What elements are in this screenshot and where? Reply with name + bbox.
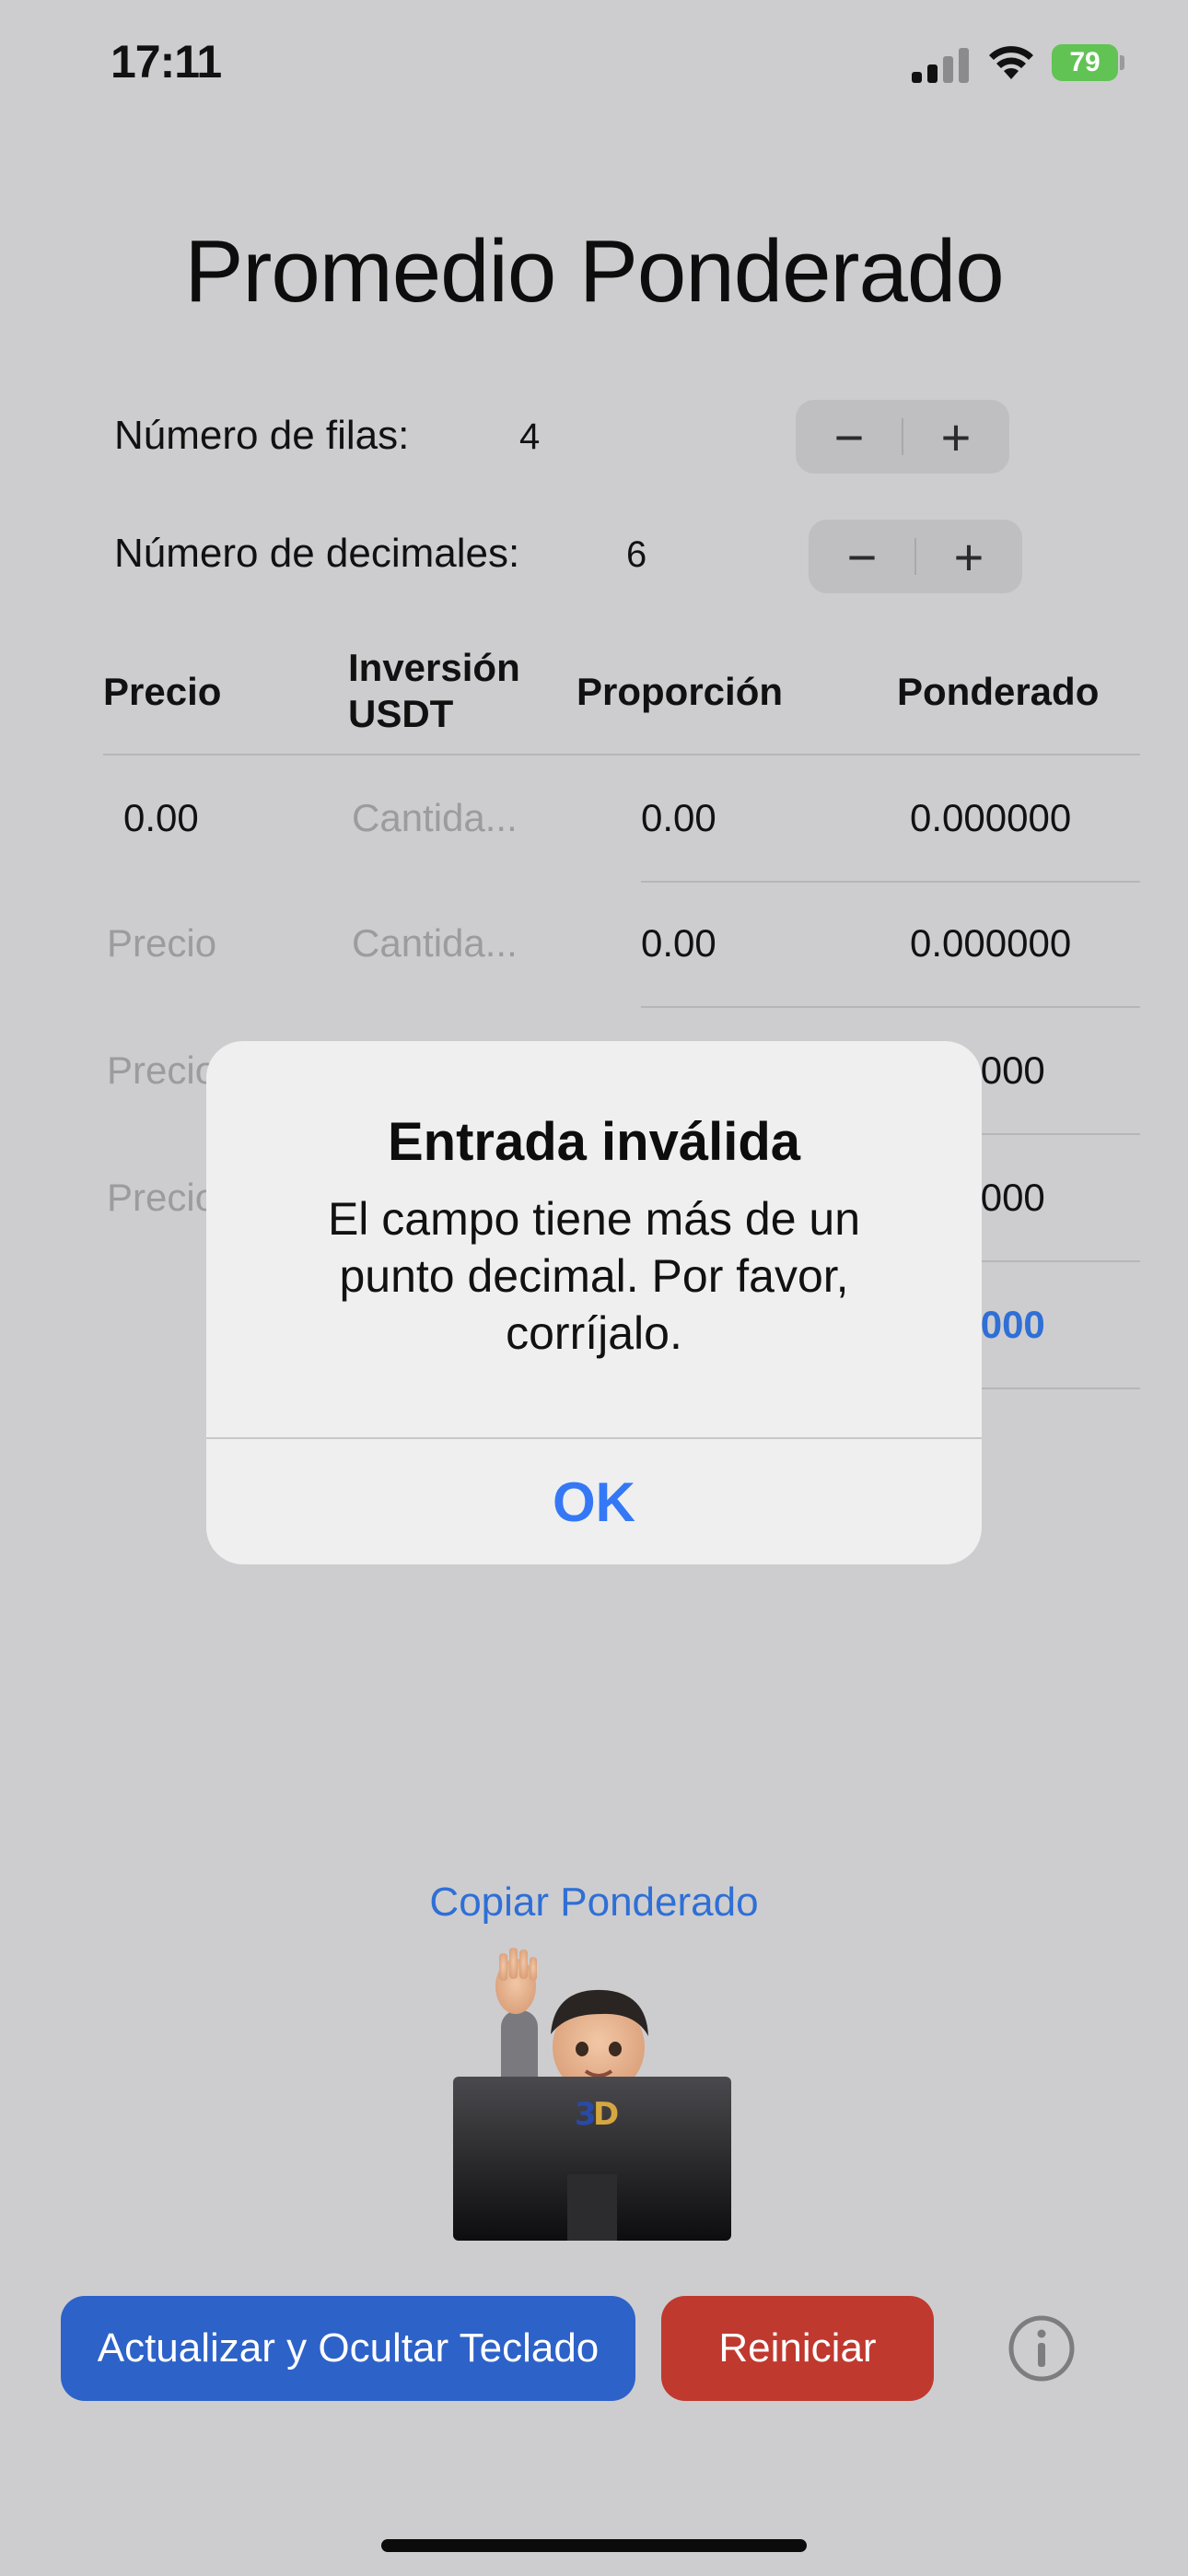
decimals-stepper[interactable]: − + xyxy=(809,520,1022,593)
home-indicator xyxy=(381,2539,807,2552)
row1-weighted: 0.000000 xyxy=(910,796,1072,839)
page-title: Promedio Ponderado xyxy=(184,222,1004,321)
invalid-input-alert: Entrada inválida El campo tiene más de u… xyxy=(206,1041,982,1564)
header-divider xyxy=(103,754,1140,755)
rows-decrement-button[interactable]: − xyxy=(796,400,903,474)
info-circle-icon[interactable] xyxy=(1007,2314,1076,2383)
row1-price-input[interactable]: 0.00 xyxy=(123,796,199,840)
row-divider xyxy=(641,881,1140,883)
row2-amount-input[interactable]: Cantida... xyxy=(352,921,518,966)
header-investment-line2: USDT xyxy=(348,692,454,735)
memoji-computer-illustration: 3 D xyxy=(453,1948,731,2241)
row2-weighted: 0.000000 xyxy=(910,921,1072,965)
rows-increment-button[interactable]: + xyxy=(903,400,1009,474)
decimals-decrement-button[interactable]: − xyxy=(809,520,915,593)
alert-message: El campo tiene más de un punto decimal. … xyxy=(327,1193,861,1359)
svg-text:D: D xyxy=(593,2096,619,2133)
update-hide-keyboard-button[interactable]: Actualizar y Ocultar Teclado xyxy=(61,2296,635,2401)
row-divider xyxy=(641,1006,1140,1008)
rows-label: Número de filas: xyxy=(114,413,410,458)
decimals-label: Número de decimales: xyxy=(114,531,520,576)
header-weighted: Ponderado xyxy=(897,670,1100,713)
reset-button[interactable]: Reiniciar xyxy=(661,2296,934,2401)
alert-title: Entrada inválida xyxy=(387,1112,801,1172)
rows-value: 4 xyxy=(519,416,541,457)
header-price: Precio xyxy=(103,670,222,713)
header-proportion: Proporción xyxy=(577,670,784,713)
rows-stepper[interactable]: − + xyxy=(796,400,1009,474)
row1-amount-input[interactable]: Cantida... xyxy=(352,796,518,840)
wifi-icon xyxy=(989,46,1033,79)
header-investment: Inversión USDT xyxy=(348,645,520,737)
row3-price-input[interactable]: Precio xyxy=(107,1048,216,1093)
header-investment-line1: Inversión xyxy=(348,646,520,689)
copy-weighted-link[interactable]: Copiar Ponderado xyxy=(0,1879,1188,1926)
row2-price-input[interactable]: Precio xyxy=(107,921,216,966)
decimals-value: 6 xyxy=(626,534,647,575)
row4-price-input[interactable]: Precio xyxy=(107,1176,216,1220)
alert-ok-button[interactable]: OK xyxy=(206,1439,982,1564)
decimals-increment-button[interactable]: + xyxy=(915,520,1022,593)
row1-proportion: 0.00 xyxy=(641,796,716,839)
battery-icon: 79 xyxy=(1052,44,1125,83)
status-time: 17:11 xyxy=(111,36,222,88)
cellular-signal-icon xyxy=(912,48,969,83)
row2-proportion: 0.00 xyxy=(641,921,716,965)
battery-level: 79 xyxy=(1069,47,1101,77)
